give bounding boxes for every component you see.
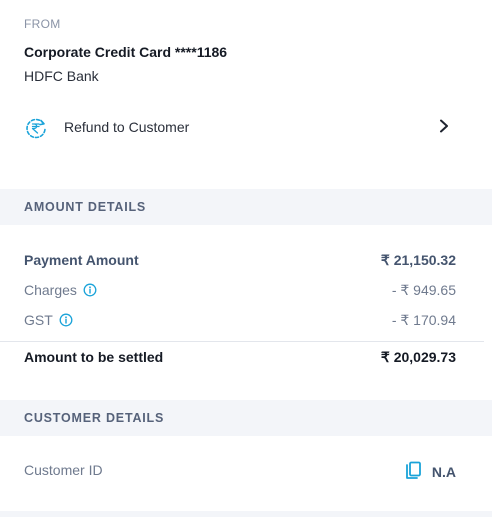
customer-id-value: N.A <box>431 464 456 480</box>
gst-value: - ₹ 170.94 <box>391 312 456 328</box>
bottom-section-band <box>0 511 492 517</box>
amount-details-heading: AMOUNT DETAILS <box>24 200 147 214</box>
gst-label: GST <box>24 312 53 328</box>
charges-value: - ₹ 949.65 <box>391 282 456 298</box>
divider <box>0 341 484 342</box>
amount-to-be-settled-label: Amount to be settled <box>24 349 164 365</box>
amount-to-be-settled-value: ₹ 20,029.73 <box>380 349 456 365</box>
refund-to-customer-row[interactable]: Refund to Customer <box>0 108 492 146</box>
customer-details-header: CUSTOMER DETAILS <box>0 400 492 436</box>
refund-rupee-icon <box>26 118 46 139</box>
copy-icon[interactable] <box>404 461 422 481</box>
payment-amount-label: Payment Amount <box>24 252 139 268</box>
charges-info-icon[interactable] <box>83 283 97 297</box>
payment-amount-value: ₹ 21,150.32 <box>380 252 456 268</box>
customer-details-heading: CUSTOMER DETAILS <box>24 411 165 425</box>
from-label: FROM <box>24 17 61 31</box>
chevron-right-icon[interactable] <box>437 118 451 134</box>
gst-info-icon[interactable] <box>59 313 73 327</box>
bank-name: HDFC Bank <box>24 68 99 84</box>
amount-details-header: AMOUNT DETAILS <box>0 189 492 225</box>
refund-label: Refund to Customer <box>64 119 190 135</box>
card-name: Corporate Credit Card ****1186 <box>24 44 228 60</box>
charges-label-row: Charges <box>24 282 97 298</box>
charges-label: Charges <box>24 282 77 298</box>
gst-label-row: GST <box>24 312 73 328</box>
customer-id-label: Customer ID <box>24 462 103 478</box>
